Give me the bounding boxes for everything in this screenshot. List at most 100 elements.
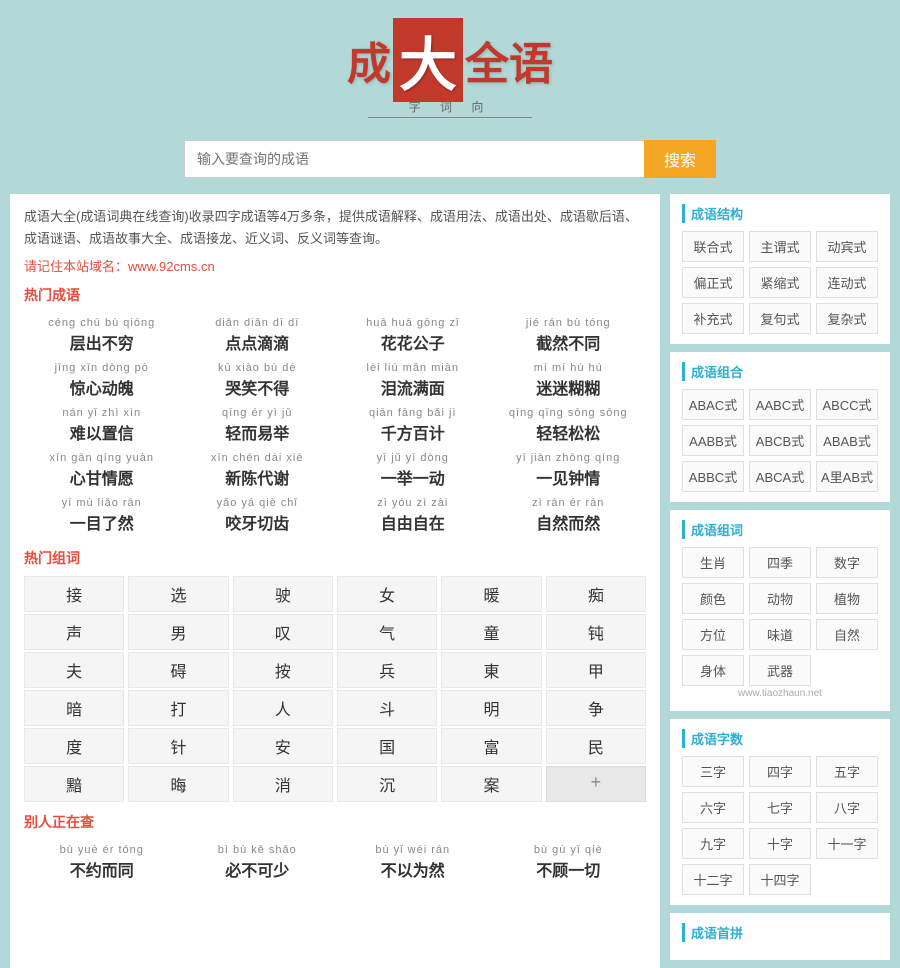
charcount-tag[interactable]: 五字 [816, 756, 878, 787]
word-item[interactable]: 度 [24, 728, 124, 764]
idiom-item[interactable]: kū xiào bù dé哭笑不得 [180, 358, 336, 403]
word-item[interactable]: 兵 [337, 652, 437, 688]
search-button[interactable]: 搜索 [644, 140, 716, 178]
word-item[interactable]: 甲 [546, 652, 646, 688]
idiom-item[interactable]: yī mù liǎo rán一目了然 [24, 493, 180, 538]
word-item[interactable]: 安 [233, 728, 333, 764]
idiom-item[interactable]: yǎo yá qiè chǐ咬牙切齿 [180, 493, 336, 538]
word-item[interactable]: 富 [441, 728, 541, 764]
charcount-tag[interactable]: 十字 [749, 828, 811, 859]
word-item[interactable]: 消 [233, 766, 333, 802]
structure-tag[interactable]: 补充式 [682, 303, 744, 334]
groupword-tag[interactable]: 四季 [749, 547, 811, 578]
word-item[interactable]: 黯 [24, 766, 124, 802]
combo-tag[interactable]: ABBC式 [682, 461, 744, 492]
word-item[interactable]: 夫 [24, 652, 124, 688]
word-item[interactable]: 钝 [546, 614, 646, 650]
word-item[interactable]: 斗 [337, 690, 437, 726]
word-item[interactable]: 气 [337, 614, 437, 650]
word-item[interactable]: 男 [128, 614, 228, 650]
groupword-tag[interactable]: 自然 [816, 619, 878, 650]
idiom-item[interactable]: mí mí hú hú迷迷糊糊 [491, 358, 647, 403]
idiom-item[interactable]: yī jǔ yī dòng一举一动 [335, 448, 491, 493]
word-item[interactable]: 女 [337, 576, 437, 612]
structure-tag[interactable]: 主谓式 [749, 231, 811, 262]
word-item[interactable]: 暗 [24, 690, 124, 726]
structure-tag[interactable]: 复句式 [749, 303, 811, 334]
word-item[interactable]: 案 [441, 766, 541, 802]
idiom-item[interactable]: xīn gān qíng yuàn心甘情愿 [24, 448, 180, 493]
combo-tag[interactable]: ABCA式 [749, 461, 811, 492]
idiom-item[interactable]: xīn chén dài xiè新陈代谢 [180, 448, 336, 493]
charcount-tag[interactable]: 六字 [682, 792, 744, 823]
combo-tag[interactable]: ABCC式 [816, 389, 878, 420]
idiom-item[interactable]: huā huā gōng zǐ花花公子 [335, 313, 491, 358]
structure-tag[interactable]: 联合式 [682, 231, 744, 262]
others-idiom-item[interactable]: bì bù kě shǎo必不可少 [180, 840, 336, 885]
word-item[interactable]: 人 [233, 690, 333, 726]
word-item[interactable]: 针 [128, 728, 228, 764]
idiom-item[interactable]: jié rán bù tóng截然不同 [491, 313, 647, 358]
idiom-item[interactable]: qīng ér yì jǔ轻而易举 [180, 403, 336, 448]
word-item[interactable]: 童 [441, 614, 541, 650]
combo-tag[interactable]: ABCB式 [749, 425, 811, 456]
groupword-tag[interactable]: 生肖 [682, 547, 744, 578]
word-item[interactable]: 打 [128, 690, 228, 726]
idiom-item[interactable]: zì yóu zì zài自由自在 [335, 493, 491, 538]
word-item[interactable]: 暖 [441, 576, 541, 612]
word-item[interactable]: 声 [24, 614, 124, 650]
structure-tag[interactable]: 复杂式 [816, 303, 878, 334]
word-item[interactable]: 民 [546, 728, 646, 764]
structure-tag[interactable]: 紧缩式 [749, 267, 811, 298]
charcount-tag[interactable]: 十二字 [682, 864, 744, 895]
word-item[interactable]: 国 [337, 728, 437, 764]
charcount-tag[interactable]: 十一字 [816, 828, 878, 859]
charcount-tag[interactable]: 四字 [749, 756, 811, 787]
groupword-tag[interactable]: 植物 [816, 583, 878, 614]
others-idiom-item[interactable]: bù gù yī qiè不顾一切 [491, 840, 647, 885]
search-input[interactable] [184, 140, 644, 178]
word-item[interactable]: 晦 [128, 766, 228, 802]
word-item[interactable]: 接 [24, 576, 124, 612]
word-item[interactable]: 按 [233, 652, 333, 688]
combo-tag[interactable]: A里AB式 [816, 461, 878, 492]
word-item[interactable]: 痴 [546, 576, 646, 612]
idiom-item[interactable]: diǎn diǎn dī dī点点滴滴 [180, 313, 336, 358]
word-item[interactable]: 沉 [337, 766, 437, 802]
groupword-tag[interactable]: 颜色 [682, 583, 744, 614]
combo-tag[interactable]: AABC式 [749, 389, 811, 420]
groupword-tag[interactable]: 身体 [682, 655, 744, 686]
groupword-tag[interactable]: 方位 [682, 619, 744, 650]
idiom-item[interactable]: zì rán ér rán自然而然 [491, 493, 647, 538]
combo-tag[interactable]: ABAB式 [816, 425, 878, 456]
charcount-tag[interactable]: 九字 [682, 828, 744, 859]
idiom-item[interactable]: qīng qīng sōng sōng轻轻松松 [491, 403, 647, 448]
word-item[interactable]: 争 [546, 690, 646, 726]
combo-tag[interactable]: ABAC式 [682, 389, 744, 420]
structure-tag[interactable]: 动宾式 [816, 231, 878, 262]
groupword-tag[interactable]: 武器 [749, 655, 811, 686]
idiom-item[interactable]: yī jiàn zhōng qíng一见钟情 [491, 448, 647, 493]
groupword-tag[interactable]: 数字 [816, 547, 878, 578]
charcount-tag[interactable]: 八字 [816, 792, 878, 823]
word-item[interactable]: 叹 [233, 614, 333, 650]
groupword-tag[interactable]: 动物 [749, 583, 811, 614]
word-item[interactable]: + [546, 766, 646, 802]
groupword-tag[interactable]: 味道 [749, 619, 811, 650]
others-idiom-item[interactable]: bù yǐ wéi rán不以为然 [335, 840, 491, 885]
idiom-item[interactable]: nán yǐ zhì xìn难以置信 [24, 403, 180, 448]
structure-tag[interactable]: 连动式 [816, 267, 878, 298]
idiom-item[interactable]: qiān fāng bǎi jì千方百计 [335, 403, 491, 448]
idiom-item[interactable]: jīng xīn dòng pò惊心动魄 [24, 358, 180, 403]
charcount-tag[interactable]: 十四字 [749, 864, 811, 895]
charcount-tag[interactable]: 三字 [682, 756, 744, 787]
structure-tag[interactable]: 偏正式 [682, 267, 744, 298]
word-item[interactable]: 选 [128, 576, 228, 612]
charcount-tag[interactable]: 七字 [749, 792, 811, 823]
word-item[interactable]: 明 [441, 690, 541, 726]
others-idiom-item[interactable]: bù yuè ér tóng不约而同 [24, 840, 180, 885]
word-item[interactable]: 驶 [233, 576, 333, 612]
word-item[interactable]: 東 [441, 652, 541, 688]
word-item[interactable]: 碍 [128, 652, 228, 688]
idiom-item[interactable]: lèi liú mǎn miàn泪流满面 [335, 358, 491, 403]
